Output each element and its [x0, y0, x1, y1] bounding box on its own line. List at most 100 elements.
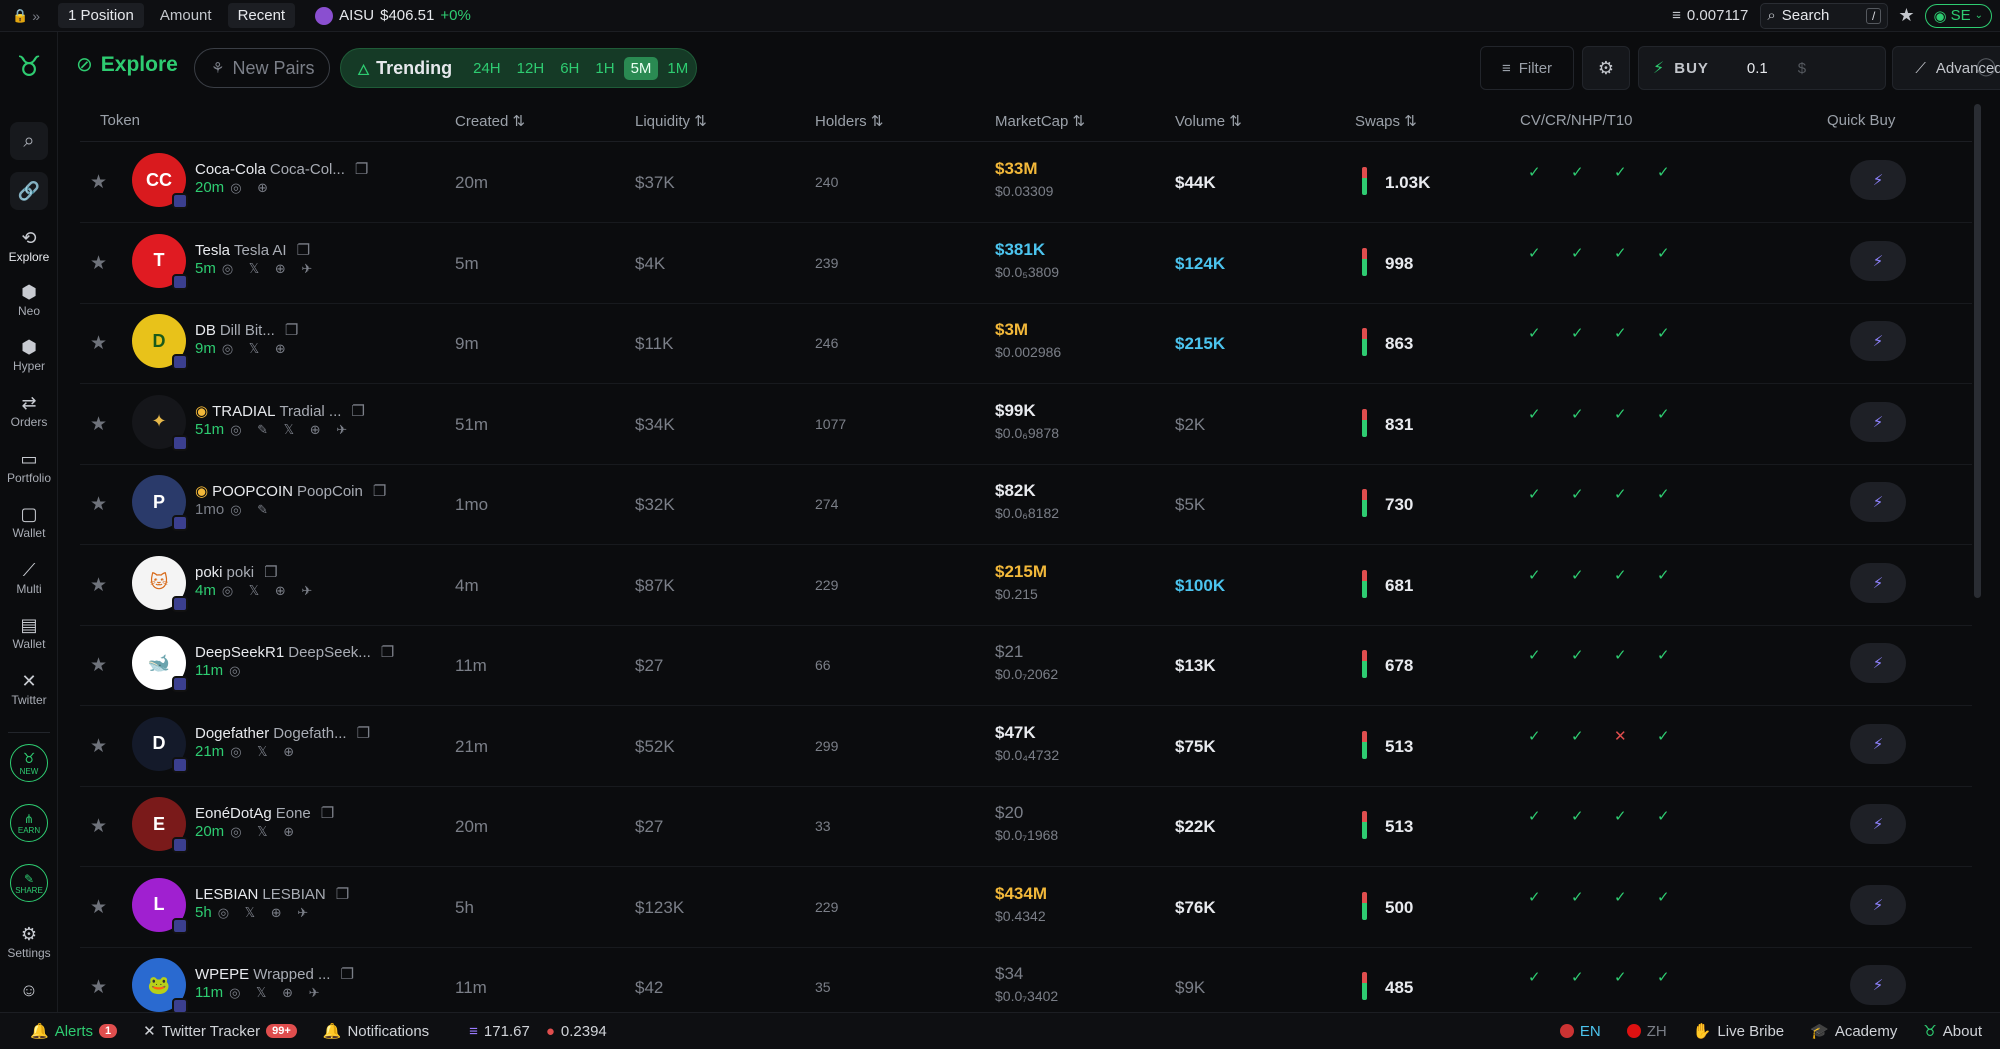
sidebar-item-hyper[interactable]: ⬢ Hyper: [0, 337, 58, 373]
col-marketcap[interactable]: MarketCap ⇅: [995, 112, 1085, 130]
sidebar-item-wallet[interactable]: ▢ Wallet: [0, 504, 58, 540]
table-row[interactable]: ★ ✦ ◉ TRADIAL Tradial ... ❐ 51m ◎ ✎ 𝕏 ⊕ ✈ 51m $34…: [80, 385, 1972, 465]
copy-icon[interactable]: ❐: [297, 242, 310, 259]
twitter-tracker-button[interactable]: ✕ Twitter Tracker 99+: [143, 1022, 297, 1040]
sidebar-item-twitter[interactable]: ✕ Twitter: [0, 671, 58, 707]
expand-icon[interactable]: »: [32, 8, 40, 24]
table-row[interactable]: ★ E EonéDotAg Eone ❐ 20m ◎ 𝕏 ⊕ 20m $27 33 $20 $0.0₇…: [80, 787, 1972, 867]
sidebar-search[interactable]: ⌕: [0, 122, 58, 160]
col-liquidity[interactable]: Liquidity ⇅: [635, 112, 707, 130]
copy-icon[interactable]: ❐: [355, 161, 368, 178]
timeframe-24h[interactable]: 24H: [466, 57, 508, 80]
token-name[interactable]: Dogefather Dogefath... ❐: [195, 724, 370, 742]
star-icon[interactable]: ★: [1898, 5, 1914, 26]
star-icon[interactable]: ★: [90, 976, 107, 999]
trending-label[interactable]: Trending: [376, 58, 452, 79]
social-icons[interactable]: ◎ 𝕏 ⊕: [230, 744, 300, 759]
earn-badge[interactable]: ⋔ EARN: [10, 804, 48, 842]
table-row[interactable]: ★ D DB Dill Bit... ❐ 9m ◎ 𝕏 ⊕ 9m $11K 246 $3M $0.00…: [80, 304, 1972, 384]
quick-buy-button[interactable]: ⚡: [1850, 884, 1906, 925]
copy-icon[interactable]: ❐: [285, 322, 298, 339]
token-name[interactable]: Coca-Cola Coca-Col... ❐: [195, 160, 368, 178]
notifications-button[interactable]: 🔔 Notifications: [323, 1022, 429, 1041]
sidebar-item-settings[interactable]: ⚙ Settings: [0, 924, 58, 960]
lock-icon[interactable]: 🔒: [12, 8, 28, 24]
table-row[interactable]: ★ T Tesla Tesla AI ❐ 5m ◎ 𝕏 ⊕ ✈ 5m $4K 239 $381K $0…: [80, 224, 1972, 304]
alerts-button[interactable]: 🔔 Alerts 1: [30, 1022, 118, 1040]
timeframe-1m[interactable]: 1M: [660, 57, 695, 80]
token-name[interactable]: DB Dill Bit... ❐: [195, 321, 298, 339]
social-icons[interactable]: ◎ 𝕏 ⊕: [222, 341, 292, 356]
quick-buy-button[interactable]: ⚡: [1850, 562, 1906, 603]
quick-buy-button[interactable]: ⚡: [1850, 240, 1906, 281]
copy-icon[interactable]: ❐: [264, 564, 277, 581]
lang-en-button[interactable]: EN: [1559, 1023, 1601, 1040]
sidebar-item-wallet-2[interactable]: ▤ Wallet: [0, 615, 58, 651]
new-pairs-button[interactable]: ⚘ New Pairs: [194, 48, 330, 88]
social-icons[interactable]: ◎ ✎ 𝕏 ⊕ ✈: [230, 422, 353, 437]
explore-title[interactable]: ⊘ Explore: [76, 52, 178, 77]
token-name[interactable]: DeepSeekR1 DeepSeek... ❐: [195, 643, 394, 661]
star-icon[interactable]: ★: [90, 896, 107, 919]
copy-icon[interactable]: ❐: [357, 725, 370, 742]
social-icons[interactable]: ◎ 𝕏 ⊕ ✈: [218, 905, 314, 920]
quick-buy-button[interactable]: ⚡: [1850, 482, 1906, 522]
quick-buy-button[interactable]: ⚡: [1850, 804, 1906, 844]
col-volume[interactable]: Volume ⇅: [1175, 112, 1242, 130]
col-created[interactable]: Created ⇅: [455, 112, 525, 130]
sidebar-item-multi[interactable]: ⟋ Multi: [0, 560, 58, 596]
star-icon[interactable]: ★: [90, 815, 107, 838]
timeframe-1h[interactable]: 1H: [588, 57, 621, 80]
about-button[interactable]: ♉ About: [1923, 1022, 1982, 1041]
copy-icon[interactable]: ❐: [336, 886, 349, 903]
sidebar-item-orders[interactable]: ⇄ Orders: [0, 393, 58, 429]
new-badge[interactable]: ♉ NEW: [10, 744, 48, 782]
table-row[interactable]: ★ 🐋 DeepSeekR1 DeepSeek... ❐ 11m ◎ 11m $27 66 $21 $…: [80, 626, 1972, 706]
tab-position[interactable]: 1 Position: [57, 3, 144, 28]
token-name[interactable]: LESBIAN LESBIAN ❐: [195, 885, 349, 903]
quick-buy-button[interactable]: ⚡: [1850, 965, 1906, 1005]
social-icons[interactable]: ◎ ⊕: [230, 180, 274, 195]
search-box[interactable]: ⌕ Search /: [1760, 2, 1889, 29]
table-row[interactable]: ★ D Dogefather Dogefath... ❐ 21m ◎ 𝕏 ⊕ 21m $52K 2…: [80, 707, 1972, 787]
sidebar-item-neo[interactable]: ⬢ Neo: [0, 282, 58, 318]
star-icon[interactable]: ★: [90, 252, 107, 275]
social-icons[interactable]: ◎ 𝕏 ⊕ ✈: [222, 583, 318, 598]
live-bribe-button[interactable]: ✋ Live Bribe: [1693, 1022, 1784, 1041]
lang-zh-button[interactable]: ZH: [1626, 1023, 1667, 1040]
social-icons[interactable]: ◎ 𝕏 ⊕ ✈: [229, 985, 325, 1000]
social-icons[interactable]: ◎ 𝕏 ⊕ ✈: [222, 261, 318, 276]
sidebar-link[interactable]: 🔗: [0, 172, 58, 210]
table-row[interactable]: ★ CC Coca-Cola Coca-Col... ❐ 20m ◎ ⊕ 20m $37K 240…: [80, 143, 1972, 223]
sidebar-item-explore[interactable]: ⟲ Explore: [0, 228, 58, 264]
ticker[interactable]: AISU $406.51 +0%: [315, 6, 471, 25]
quick-buy-button[interactable]: ⚡: [1850, 723, 1906, 764]
copy-icon[interactable]: ❐: [340, 966, 353, 983]
social-icons[interactable]: ◎: [229, 663, 246, 678]
quick-buy-button[interactable]: ⚡: [1850, 401, 1906, 442]
star-icon[interactable]: ★: [90, 735, 107, 758]
quick-buy-button[interactable]: ⚡: [1850, 321, 1906, 361]
timeframe-5m[interactable]: 5M: [623, 56, 659, 80]
star-icon[interactable]: ★: [90, 493, 107, 516]
settings-button[interactable]: ⚙: [1582, 46, 1630, 90]
token-name[interactable]: Tesla Tesla AI ❐: [195, 241, 310, 259]
copy-icon[interactable]: ❐: [351, 403, 364, 420]
token-name[interactable]: EonéDotAg Eone ❐: [195, 804, 334, 822]
token-name[interactable]: ◉ POOPCOIN PoopCoin ❐: [195, 482, 386, 500]
filter-button[interactable]: ≡ Filter: [1480, 46, 1574, 90]
scrollbar[interactable]: [1974, 104, 1981, 598]
copy-icon[interactable]: ❐: [381, 644, 394, 661]
social-icons[interactable]: ◎ ✎: [230, 502, 274, 517]
table-row[interactable]: ★ L LESBIAN LESBIAN ❐ 5h ◎ 𝕏 ⊕ ✈ 5h $123K 229 $434…: [80, 868, 1972, 948]
table-row[interactable]: ★ P ◉ POOPCOIN PoopCoin ❐ 1mo ◎ ✎ 1mo $32K 274 $82K…: [80, 465, 1972, 545]
copy-icon[interactable]: ❐: [321, 805, 334, 822]
tab-recent[interactable]: Recent: [227, 3, 296, 28]
copy-icon[interactable]: ❐: [373, 483, 386, 500]
star-icon[interactable]: ★: [90, 654, 107, 677]
share-badge[interactable]: ✎ SHARE: [10, 864, 48, 902]
star-icon[interactable]: ★: [90, 171, 107, 194]
timeframe-6h[interactable]: 6H: [553, 57, 586, 80]
token-name[interactable]: poki poki ❐: [195, 563, 278, 581]
quick-buy-button[interactable]: ⚡: [1850, 160, 1906, 200]
